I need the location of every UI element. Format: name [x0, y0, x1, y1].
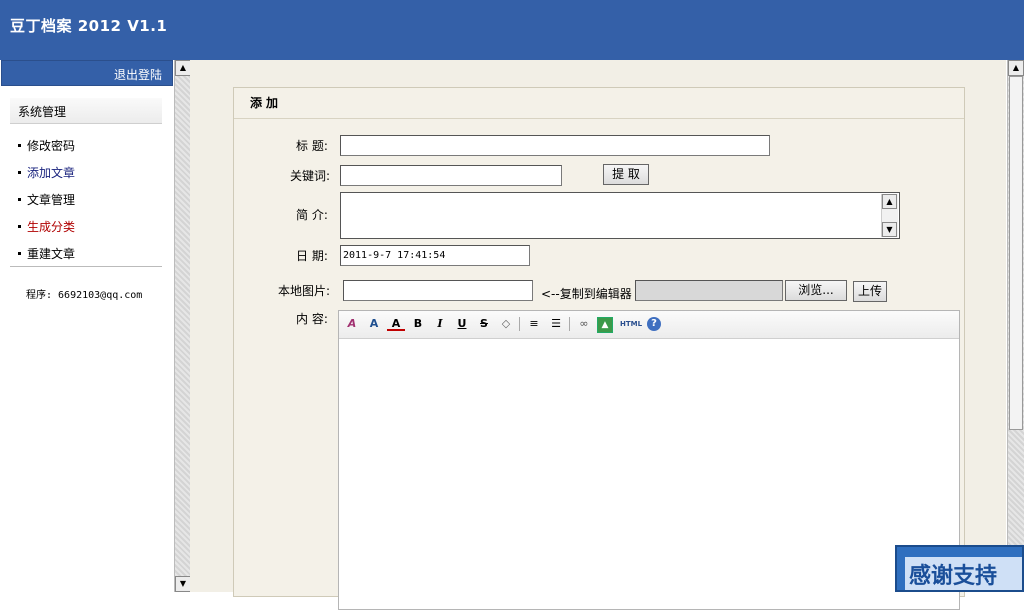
sidebar-item-generate-category[interactable]: 生成分类 — [18, 218, 75, 235]
app-title: 豆丁档案 2012 V1.1 — [10, 17, 168, 35]
italic-icon[interactable]: I — [431, 316, 449, 332]
bullet-icon — [18, 225, 21, 228]
image-icon[interactable]: ▲ — [597, 317, 613, 333]
content-scrollbar[interactable]: ▲ — [1007, 60, 1024, 592]
strikethrough-icon[interactable]: S — [475, 316, 493, 332]
file-path-field[interactable] — [635, 280, 783, 301]
list-icon[interactable]: ☰ — [547, 316, 565, 332]
rich-text-editor[interactable]: A A A B I U S ◇ ≡ ☰ ∞ ▲ HTML ? — [338, 310, 960, 610]
local-image-label: 本地图片: — [278, 284, 331, 298]
add-article-panel: 添加 标 题: 关键词: 提 取 简 介: ▲ ▼ 日 期: 本地图片: <--… — [233, 87, 965, 610]
date-label: 日 期: — [296, 249, 328, 263]
local-image-input[interactable] — [343, 280, 533, 301]
logout-link[interactable]: 退出登陆 — [114, 66, 162, 83]
scroll-down-icon[interactable]: ▼ — [882, 222, 897, 237]
bullet-icon — [18, 198, 21, 201]
bullet-icon — [18, 144, 21, 147]
scroll-up-icon[interactable]: ▲ — [882, 194, 897, 209]
sidebar-item-add-article[interactable]: 添加文章 — [18, 164, 75, 181]
extract-button[interactable]: 提 取 — [603, 164, 649, 185]
bold-icon[interactable]: B — [409, 316, 427, 332]
summary-label: 简 介: — [296, 208, 328, 222]
keyword-label: 关键词: — [290, 169, 331, 183]
style-icon[interactable]: A — [343, 316, 361, 332]
toolbar-separator — [569, 317, 570, 331]
font-color-icon[interactable]: A — [387, 316, 405, 331]
menu-section-header: 系统管理 — [10, 98, 162, 124]
sidebar-scrollbar[interactable]: ▲ ▼ — [174, 60, 191, 592]
help-icon[interactable]: ? — [647, 317, 661, 331]
copy-to-editor-hint: <--复制到编辑器 — [541, 287, 632, 301]
sidebar-item-label: 重建文章 — [27, 247, 76, 261]
scroll-thumb[interactable] — [1009, 76, 1023, 430]
sidebar-item-label: 修改密码 — [27, 139, 76, 153]
underline-icon[interactable]: U — [453, 316, 471, 332]
sidebar-item-label: 文章管理 — [27, 193, 76, 207]
bullet-icon — [18, 171, 21, 174]
credits-text: 程序: 6692103@qq.com — [26, 290, 143, 301]
menu-section-title: 系统管理 — [18, 105, 67, 119]
title-label: 标 题: — [296, 139, 328, 153]
sidebar-item-label: 生成分类 — [27, 220, 76, 234]
bullet-icon — [18, 252, 21, 255]
font-size-icon[interactable]: A — [365, 316, 383, 332]
eraser-icon[interactable]: ◇ — [497, 316, 515, 332]
toolbar-separator — [519, 317, 520, 331]
panel-title: 添加 — [250, 96, 283, 110]
summary-scrollbar[interactable]: ▲ ▼ — [881, 194, 898, 237]
scroll-down-icon[interactable]: ▼ — [175, 576, 191, 592]
keyword-input[interactable] — [340, 165, 562, 186]
editor-toolbar: A A A B I U S ◇ ≡ ☰ ∞ ▲ HTML ? — [339, 311, 959, 339]
html-icon[interactable]: HTML — [619, 316, 643, 332]
upload-button[interactable]: 上传 — [853, 281, 887, 302]
summary-textarea[interactable]: ▲ ▼ — [340, 192, 900, 239]
sidebar-item-article-manage[interactable]: 文章管理 — [18, 191, 75, 208]
scroll-up-icon[interactable]: ▲ — [175, 60, 191, 76]
logout-bar: 退出登陆 — [1, 60, 173, 86]
sidebar-item-change-password[interactable]: 修改密码 — [18, 137, 75, 154]
sidebar: 退出登陆 系统管理 修改密码 添加文章 文章管理 生成分类 重建文章 程序: 6… — [0, 60, 174, 592]
top-header: 豆丁档案 2012 V1.1 — [0, 0, 1024, 60]
title-input[interactable] — [340, 135, 770, 156]
scroll-up-icon[interactable]: ▲ — [1008, 60, 1024, 76]
sidebar-item-rebuild-article[interactable]: 重建文章 — [18, 245, 75, 262]
sidebar-item-label: 添加文章 — [27, 166, 76, 180]
thanks-badge-text: 感谢支持 — [905, 557, 1022, 590]
menu-divider — [10, 266, 162, 267]
date-input[interactable] — [340, 245, 530, 266]
panel-header: 添加 — [234, 88, 964, 119]
thanks-badge[interactable]: 感谢支持 — [895, 545, 1024, 592]
content-label: 内 容: — [296, 312, 328, 326]
browse-button[interactable]: 浏览... — [785, 280, 847, 301]
link-icon[interactable]: ∞ — [575, 316, 593, 332]
align-icon[interactable]: ≡ — [525, 316, 543, 332]
main-content: 添加 标 题: 关键词: 提 取 简 介: ▲ ▼ 日 期: 本地图片: <--… — [190, 60, 1006, 610]
